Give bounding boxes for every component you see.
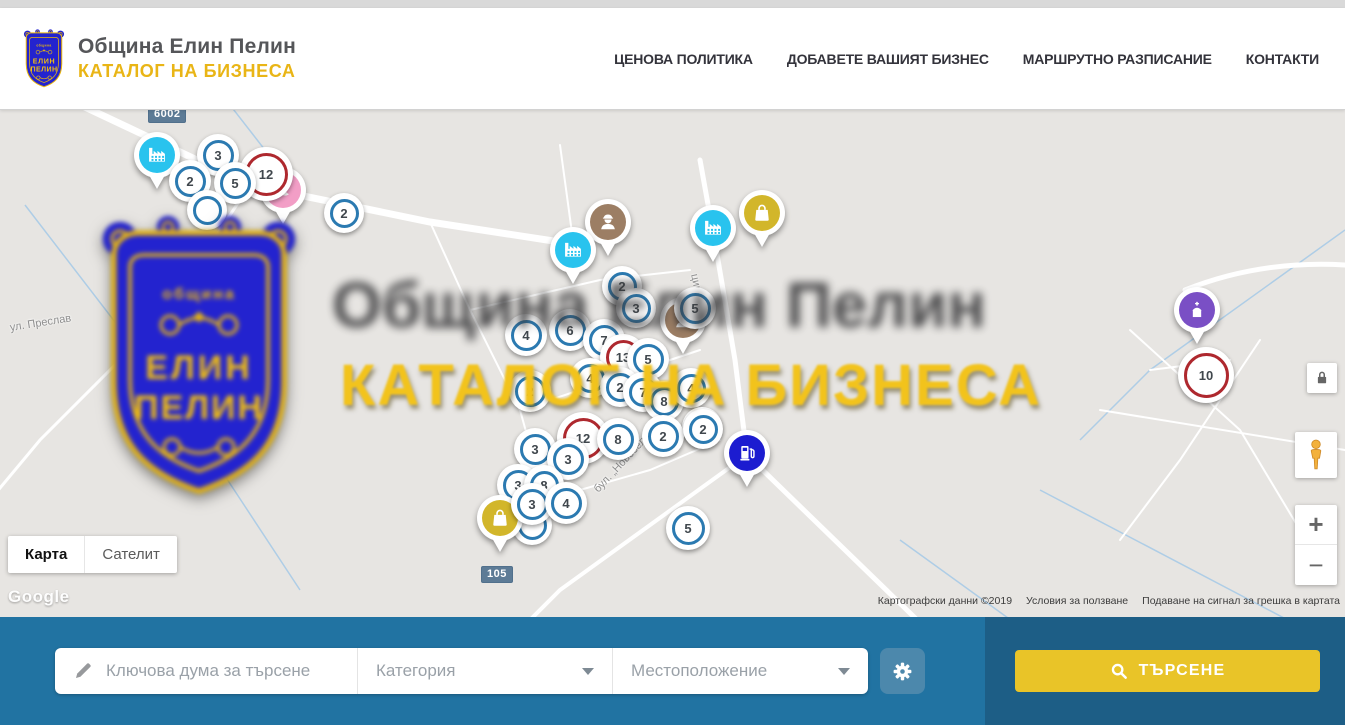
zoom-control: + −: [1295, 505, 1337, 585]
map-type-control: Карта Сателит: [8, 536, 177, 573]
cluster-count: 5: [691, 301, 698, 316]
map-marker-cluster[interactable]: 3: [616, 288, 656, 328]
zoom-in-button[interactable]: +: [1295, 505, 1337, 545]
cluster-count: 3: [564, 452, 571, 467]
main-nav: ЦЕНОВА ПОЛИТИКА ДОБАВЕТЕ ВАШИЯТ БИЗНЕС МАР…: [614, 51, 1319, 67]
map-marker-cluster[interactable]: 2: [683, 409, 723, 449]
search-button-label: ТЪРСЕНЕ: [1139, 662, 1226, 680]
cluster-count: 4: [687, 381, 694, 396]
attribution-data: Картографски данни ©2019: [878, 595, 1012, 607]
search-bar-left: Категория Местоположение: [0, 617, 985, 725]
bag-icon: [744, 195, 780, 231]
map-marker-cluster[interactable]: [187, 190, 227, 230]
map-marker-pin-factory[interactable]: [550, 227, 596, 287]
nav-item-1[interactable]: ЦЕНОВА ПОЛИТИКА: [614, 51, 753, 67]
pencil-icon: [73, 661, 93, 681]
cluster-count: 4: [562, 496, 569, 511]
cluster-count: 2: [699, 422, 706, 437]
map-marker-cluster[interactable]: 8: [597, 418, 639, 460]
cluster-count: 2: [659, 429, 666, 444]
google-map[interactable]: 6002105ул. Преславбул. „Новоселции 12352…: [0, 110, 1345, 617]
brand[interactable]: Община Елин Пелин КАТАЛОГ НА БИЗНЕСА: [20, 28, 296, 90]
cluster-count: 12: [259, 167, 273, 182]
search-bar-right: ТЪРСЕНЕ: [985, 617, 1345, 725]
search-icon: [1110, 662, 1128, 680]
road-badge: 6002: [148, 110, 186, 123]
search-fields: Категория Местоположение: [55, 648, 868, 694]
brand-subtitle: КАТАЛОГ НА БИЗНЕСА: [78, 61, 296, 82]
cluster-count: 2: [526, 384, 533, 399]
map-type-map-button[interactable]: Карта: [8, 536, 84, 573]
nav-item-3[interactable]: МАРШРУТНО РАЗПИСАНИЕ: [1023, 51, 1212, 67]
nav-item-4[interactable]: КОНТАКТИ: [1246, 51, 1319, 67]
location-value: Местоположение: [631, 661, 767, 681]
cluster-count: 4: [586, 371, 593, 386]
terms-link[interactable]: Условия за ползване: [1026, 595, 1128, 607]
cluster-count: 3: [531, 442, 538, 457]
map-marker-pin-factory[interactable]: [690, 205, 736, 265]
chevron-down-icon: [838, 668, 850, 675]
map-marker-cluster[interactable]: 2: [324, 193, 364, 233]
map-marker-cluster[interactable]: 2: [642, 415, 684, 457]
map-attribution: Картографски данни ©2019 Условия за полз…: [878, 595, 1340, 607]
pegman-icon: [1303, 439, 1329, 471]
cluster-count: 2: [340, 206, 347, 221]
chevron-down-icon: [582, 668, 594, 675]
cluster-count: 2: [186, 174, 193, 189]
cluster-count: 10: [1199, 368, 1213, 383]
site-header: Община Елин Пелин КАТАЛОГ НА БИЗНЕСА ЦЕН…: [0, 8, 1345, 110]
factory-icon: [695, 210, 731, 246]
cluster-count: 3: [632, 301, 639, 316]
map-type-satellite-button[interactable]: Сателит: [84, 536, 177, 573]
brand-title: Община Елин Пелин: [78, 35, 296, 59]
cluster-count: 5: [644, 352, 651, 367]
keyword-input[interactable]: [106, 661, 339, 681]
search-button[interactable]: ТЪРСЕНЕ: [1015, 650, 1320, 692]
nav-item-2[interactable]: ДОБАВЕТЕ ВАШИЯТ БИЗНЕС: [787, 51, 989, 67]
map-marker-cluster[interactable]: 4: [545, 482, 587, 524]
cluster-count: 4: [522, 328, 529, 343]
location-select[interactable]: Местоположение: [612, 648, 868, 694]
cluster-count: 5: [684, 521, 691, 536]
advanced-settings-button[interactable]: [880, 648, 925, 694]
keyword-field-wrap: [55, 648, 357, 694]
search-bar: Категория Местоположение: [0, 617, 1345, 725]
google-logo[interactable]: Google: [8, 587, 70, 607]
road-badge: 105: [481, 566, 513, 583]
zoom-out-button[interactable]: −: [1295, 545, 1337, 585]
cluster-count: 6: [566, 323, 573, 338]
report-error-link[interactable]: Подаване на сигнал за грешка в картата: [1142, 595, 1340, 607]
map-marker-pin-church[interactable]: [1174, 287, 1220, 347]
fuel-icon: [729, 435, 765, 471]
factory-icon: [139, 137, 175, 173]
street-view-pegman[interactable]: [1295, 432, 1337, 478]
cluster-count: 5: [231, 176, 238, 191]
gear-icon: [891, 660, 914, 683]
browser-top-strip: [0, 0, 1345, 8]
map-marker-cluster[interactable]: 4: [505, 314, 547, 356]
map-marker-pin-bag[interactable]: [739, 190, 785, 250]
map-marker-cluster[interactable]: 4: [671, 368, 711, 408]
cluster-count: 3: [528, 497, 535, 512]
factory-icon: [555, 232, 591, 268]
cluster-count: 8: [660, 394, 667, 409]
municipality-crest-logo: [20, 28, 68, 90]
lock-button[interactable]: [1307, 363, 1337, 393]
category-value: Категория: [376, 661, 455, 681]
map-marker-pin-fuel[interactable]: [724, 430, 770, 490]
cluster-count: 8: [614, 432, 621, 447]
category-select[interactable]: Категория: [357, 648, 612, 694]
map-marker-cluster[interactable]: 5: [674, 287, 716, 329]
map-marker-cluster[interactable]: 10: [1178, 347, 1234, 403]
cluster-count: 3: [214, 148, 221, 163]
map-marker-cluster[interactable]: 5: [666, 506, 710, 550]
map-marker-cluster[interactable]: 2: [509, 370, 551, 412]
church-icon: [1179, 292, 1215, 328]
lock-icon: [1313, 369, 1331, 387]
